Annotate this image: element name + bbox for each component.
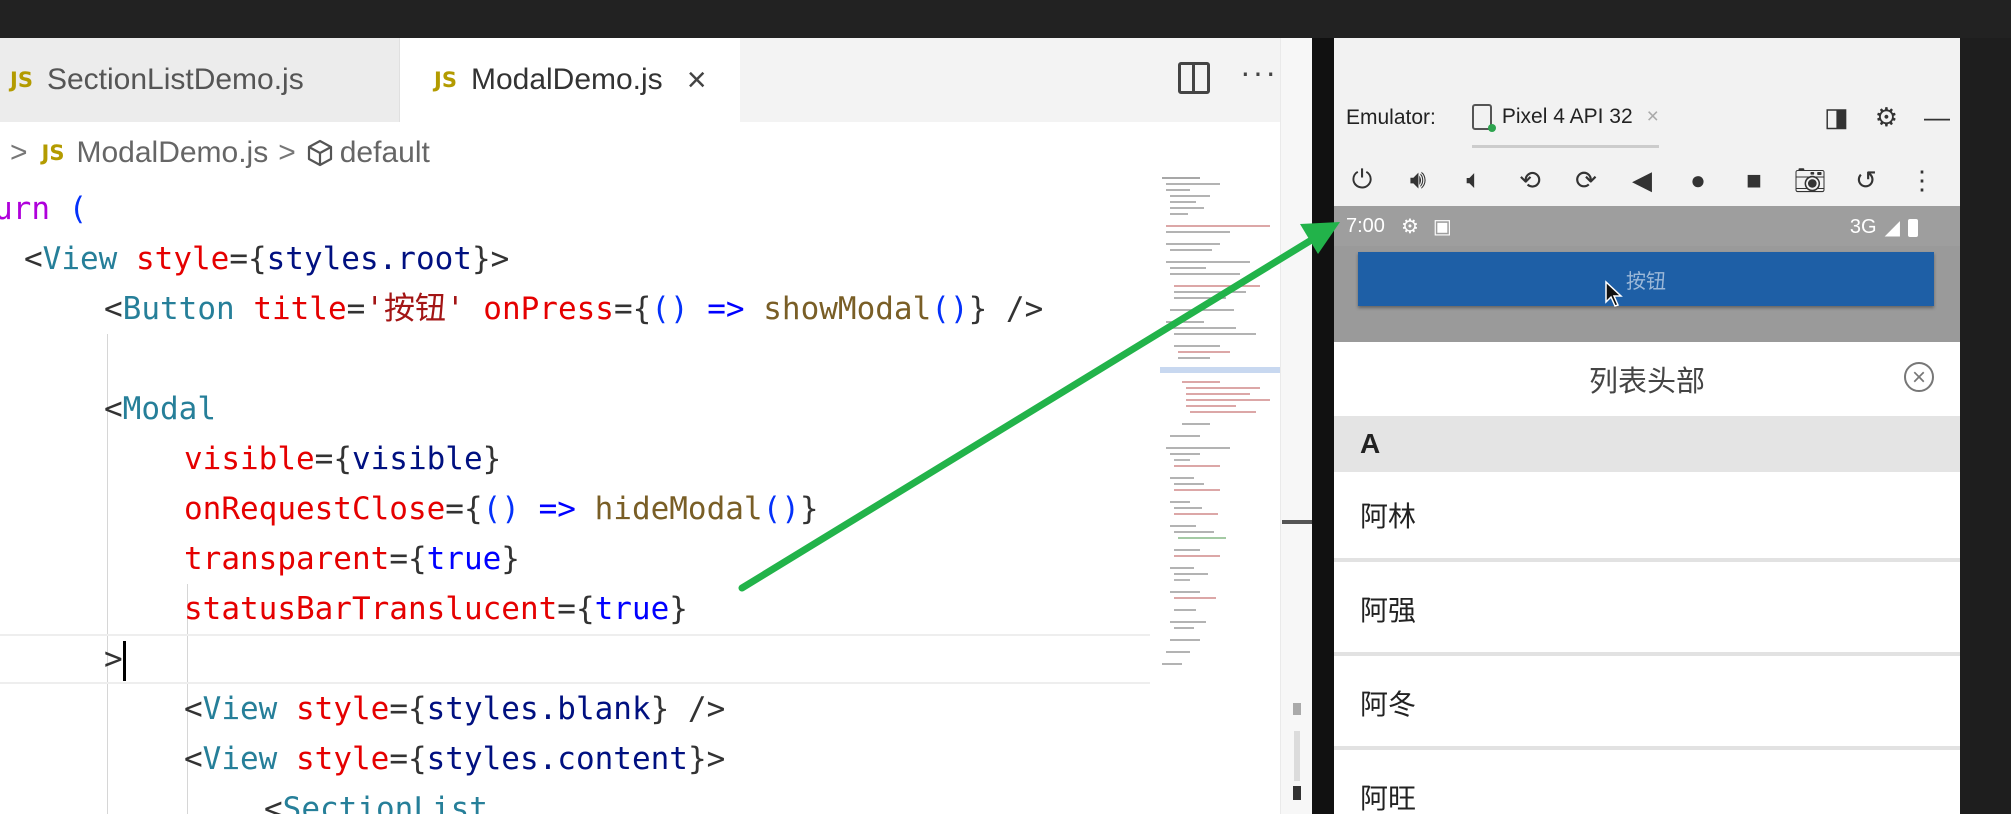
list-item[interactable]: 阿旺	[1334, 754, 1960, 814]
breadcrumb: > JS ModalDemo.js > default	[0, 122, 1150, 184]
breadcrumb-file[interactable]: ModalDemo.js	[76, 136, 268, 170]
code-line: <Modal	[104, 391, 216, 427]
js-file-icon: JS	[41, 141, 65, 165]
list-item[interactable]: 阿冬	[1334, 660, 1960, 750]
minimize-icon[interactable]: —	[1924, 102, 1950, 133]
symbol-cube-icon	[307, 139, 332, 167]
rotate-right-icon[interactable]: ⟳	[1558, 165, 1614, 196]
signal-icon: ◢	[1884, 217, 1900, 239]
list-header: 列表头部 ×	[1334, 342, 1960, 416]
minimap[interactable]	[1160, 170, 1280, 750]
camera-icon[interactable]: 📷︎	[1782, 165, 1838, 196]
mouse-pointer-icon	[1605, 280, 1623, 307]
code-line: onRequestClose={() => hideModal()}	[184, 491, 819, 527]
code-line: <SectionList	[264, 791, 488, 814]
chevron-right-icon: >	[278, 136, 296, 169]
code-line: <Button title='按钮' onPress={() => showMo…	[104, 291, 1044, 327]
breadcrumb-symbol[interactable]: default	[340, 136, 430, 170]
tab-modal-demo[interactable]: JS ModalDemo.js ×	[400, 38, 740, 122]
back-icon[interactable]: ◀	[1614, 165, 1670, 196]
emulator-window-icons: ◨ ⚙ —	[1824, 102, 1950, 133]
modal-backdrop: 按钮	[1334, 246, 1960, 342]
emulator-device-tab[interactable]: Pixel 4 API 32 ×	[1471, 89, 1659, 148]
editor-tab-bar: JS SectionListDemo.js JS ModalDemo.js × …	[0, 38, 1312, 122]
dock-icon[interactable]: ◨	[1824, 102, 1849, 133]
split-editor-icon[interactable]	[1178, 62, 1210, 94]
emulator-controls: ⏻ 🔊︎ 🔈︎ ⟲ ⟳ ◀ ● ■ 📷︎ ↺ ⋮	[1334, 150, 1960, 210]
code-line: transparent={true}	[184, 541, 520, 577]
volume-down-icon[interactable]: 🔈︎	[1446, 164, 1502, 196]
gear-icon[interactable]: ⚙	[1875, 102, 1898, 133]
network-type: 3G	[1849, 216, 1877, 238]
code-line: urn (	[0, 191, 88, 227]
close-icon[interactable]: ×	[1647, 105, 1659, 129]
gear-icon: ⚙	[1400, 215, 1419, 238]
list-item[interactable]: 阿强	[1334, 566, 1960, 656]
code-editor: JS SectionListDemo.js JS ModalDemo.js × …	[0, 38, 1312, 814]
tab-section-list-demo[interactable]: JS SectionListDemo.js	[0, 38, 400, 122]
chevron-right-icon: >	[10, 136, 28, 169]
scroll-marker	[1294, 731, 1300, 781]
power-icon[interactable]: ⏻	[1334, 164, 1390, 196]
app-button[interactable]: 按钮	[1358, 252, 1934, 306]
volume-up-icon[interactable]: 🔊︎	[1390, 164, 1446, 196]
scroll-marker	[1293, 703, 1301, 715]
tab-label: SectionListDemo.js	[46, 63, 304, 96]
list-item[interactable]: 阿林	[1334, 472, 1960, 562]
close-icon[interactable]: ×	[687, 61, 707, 100]
scroll-marker	[1293, 786, 1301, 800]
code-line: <View style={styles.blank} />	[184, 691, 726, 727]
battery-icon	[1908, 218, 1918, 237]
emulator-panel: Emulator: Pixel 4 API 32 × ◨ ⚙ — ⏻ 🔊︎ 🔈︎…	[1334, 38, 1960, 814]
list-header-title: 列表头部	[1588, 366, 1705, 398]
js-file-icon: JS	[434, 68, 457, 92]
snapshot-icon[interactable]: ↺	[1838, 165, 1894, 196]
close-circle-icon[interactable]: ×	[1904, 362, 1934, 392]
editor-scrollbar[interactable]	[1280, 38, 1312, 814]
desktop-background	[1960, 38, 2011, 814]
device-icon	[1471, 103, 1496, 132]
tab-label: ModalDemo.js	[470, 63, 663, 96]
rotate-left-icon[interactable]: ⟲	[1502, 165, 1558, 196]
code-line: statusBarTranslucent={true}	[184, 591, 688, 627]
home-icon[interactable]: ●	[1670, 165, 1726, 196]
current-line-highlight	[0, 634, 1150, 684]
phone-screen: 7:00 ⚙ ▣ 3G ◢ 按钮 列表头部 × A 阿林 阿强 阿冬 阿旺	[1334, 206, 1960, 814]
emulator-label: Emulator:	[1346, 106, 1436, 129]
section-header: A	[1334, 416, 1960, 472]
status-time: 7:00	[1346, 214, 1385, 237]
code-line: <View style={styles.root}>	[24, 241, 510, 277]
more-icon[interactable]: ⋮	[1894, 165, 1950, 196]
overview-icon[interactable]: ■	[1726, 165, 1782, 196]
window-top-bar	[0, 0, 2011, 38]
js-file-icon: JS	[10, 68, 33, 92]
device-name: Pixel 4 API 32	[1501, 104, 1633, 128]
image-notification-icon: ▣	[1432, 215, 1452, 238]
code-line: visible={visible}	[184, 441, 502, 477]
emulator-toolbar: Emulator: Pixel 4 API 32 × ◨ ⚙ —	[1334, 88, 1960, 148]
phone-status-bar: 7:00 ⚙ ▣ 3G ◢	[1334, 206, 1960, 246]
scroll-position-marker	[1282, 520, 1312, 524]
code-line: <View style={styles.content}>	[184, 741, 726, 777]
panel-divider[interactable]	[1312, 38, 1334, 814]
text-cursor	[122, 640, 126, 681]
more-actions-icon[interactable]: ···	[1240, 54, 1278, 91]
code-line: >	[104, 634, 126, 684]
